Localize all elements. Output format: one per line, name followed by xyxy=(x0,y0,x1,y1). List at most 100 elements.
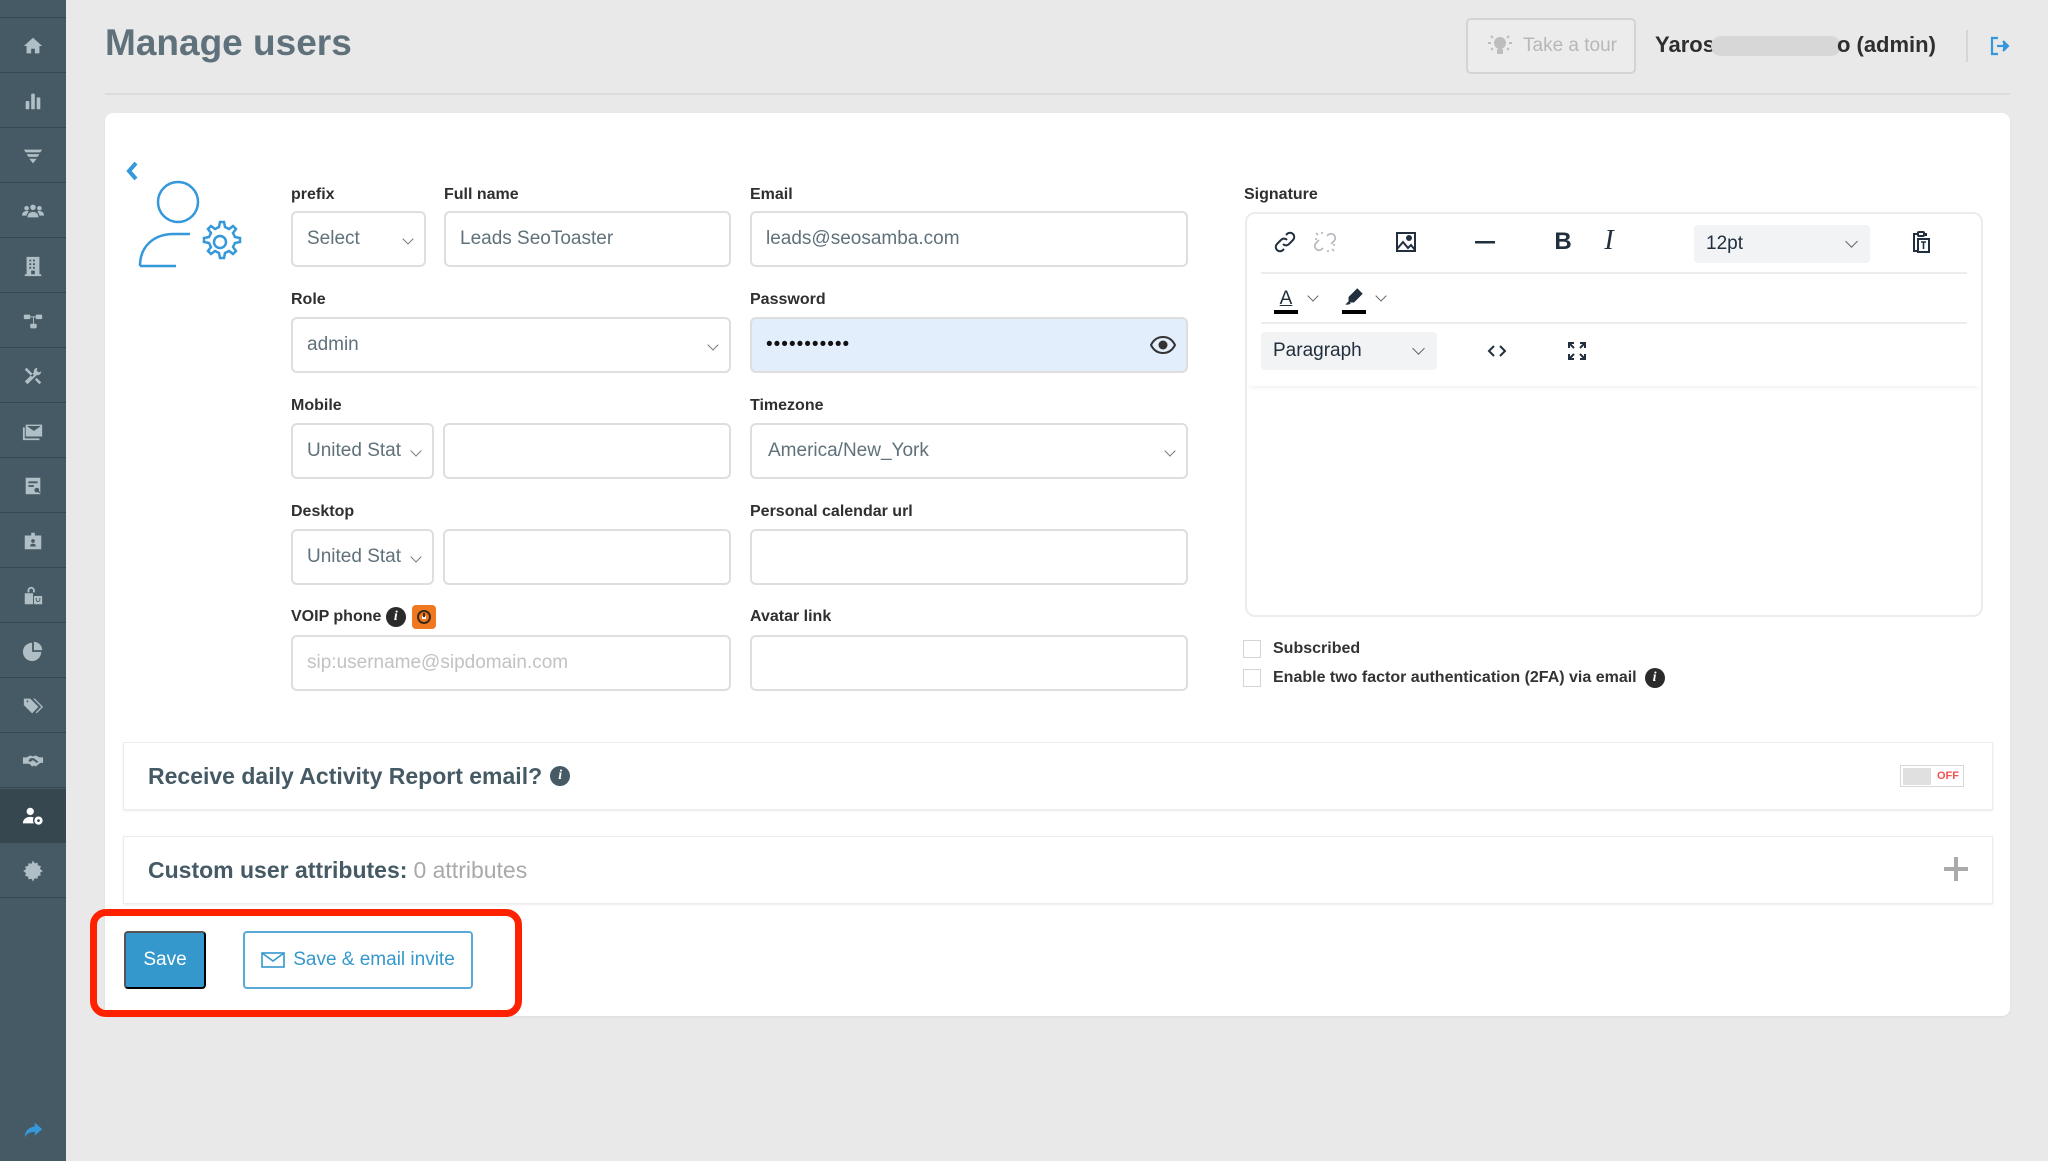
sidebar-item-analytics[interactable] xyxy=(0,74,66,128)
source-code-button[interactable] xyxy=(1485,339,1509,363)
toolbar-row-3: Paragraph xyxy=(1261,324,1967,380)
paste-text-icon xyxy=(1913,231,1930,253)
sidebar-item-pie[interactable] xyxy=(0,624,66,678)
activity-report-toggle[interactable]: OFF xyxy=(1900,765,1964,787)
activity-report-panel: Receive daily Activity Report email? i O… xyxy=(123,742,1993,810)
insert-image-button[interactable] xyxy=(1394,230,1418,254)
info-icon[interactable]: i xyxy=(1644,668,1665,688)
text-color-dropdown[interactable] xyxy=(1307,290,1319,302)
toolbar-row-2: A xyxy=(1261,274,1967,324)
two-fa-checkbox[interactable] xyxy=(1243,669,1261,687)
italic-button[interactable]: I xyxy=(1597,225,1621,256)
sidebar xyxy=(0,0,66,1161)
header-divider xyxy=(1966,30,1968,62)
calendar-url-input[interactable] xyxy=(750,529,1188,585)
info-icon[interactable]: i xyxy=(550,766,571,786)
mobile-country-select[interactable]: United Stat xyxy=(291,423,434,479)
sidebar-item-contacts[interactable] xyxy=(0,184,66,238)
sidebar-top-spacer xyxy=(0,0,66,18)
sidebar-item-id-card[interactable] xyxy=(0,514,66,568)
custom-attributes-panel[interactable]: Custom user attributes: 0 attributes xyxy=(123,836,1993,904)
logout-button[interactable] xyxy=(1988,34,2012,58)
bold-button[interactable]: B xyxy=(1551,228,1575,255)
email-input[interactable]: leads@seosamba.com xyxy=(750,211,1188,267)
add-attribute-plus-icon[interactable] xyxy=(1944,857,1968,881)
current-user[interactable]: Yaros o (admin) xyxy=(1655,32,1936,58)
sidebar-item-tools[interactable] xyxy=(0,349,66,403)
back-button[interactable] xyxy=(124,160,142,182)
text-color-button[interactable]: A xyxy=(1273,286,1299,316)
bar-chart-icon xyxy=(25,93,41,109)
bold-icon: B xyxy=(1554,228,1572,255)
sitemap-icon xyxy=(23,314,43,328)
desktop-country-select[interactable]: United Stat xyxy=(291,529,434,585)
desktop-number-input[interactable] xyxy=(443,529,731,585)
sidebar-item-companies[interactable] xyxy=(0,239,66,293)
sidebar-item-home[interactable] xyxy=(0,19,66,73)
unlink-icon xyxy=(1313,232,1337,252)
pie-chart-icon xyxy=(22,641,43,661)
sidebar-item-funnel[interactable] xyxy=(0,129,66,183)
save-button[interactable]: Save xyxy=(124,931,206,989)
sidebar-item-tags[interactable] xyxy=(0,679,66,733)
block-format-select[interactable]: Paragraph xyxy=(1261,332,1437,370)
funnel-icon xyxy=(23,149,43,163)
role-select[interactable]: admin xyxy=(291,317,731,373)
text-color-icon: A xyxy=(1279,287,1293,309)
redacted-name xyxy=(1710,36,1841,57)
info-icon[interactable]: i xyxy=(385,607,406,627)
fullscreen-icon xyxy=(1568,342,1586,360)
prefix-select[interactable]: Select xyxy=(291,211,426,267)
sidebar-item-email[interactable] xyxy=(0,404,66,458)
sidebar-item-shop[interactable] xyxy=(0,569,66,623)
timezone-select[interactable]: America/New_York xyxy=(750,423,1188,479)
chevron-left-icon xyxy=(126,161,138,181)
block-format-value: Paragraph xyxy=(1273,340,1362,361)
highlight-color-button[interactable] xyxy=(1341,284,1367,314)
highlighter-icon xyxy=(1345,287,1363,305)
font-size-value: 12pt xyxy=(1706,233,1743,254)
custom-attributes-count: 0 attributes xyxy=(413,856,528,883)
horizontal-line-button[interactable] xyxy=(1473,230,1497,254)
sidebar-item-manage-users[interactable] xyxy=(0,789,66,843)
sidebar-item-settings[interactable] xyxy=(0,844,66,898)
header-divider-line xyxy=(105,93,2010,95)
editor-toolbar: B I 12pt A Paragraph xyxy=(1247,214,1981,386)
prefix-label: prefix xyxy=(291,186,335,203)
show-password-toggle[interactable] xyxy=(1149,335,1177,355)
take-a-tour-button[interactable]: Take a tour xyxy=(1466,18,1636,74)
full-name-input[interactable]: Leads SeoToaster xyxy=(444,211,731,267)
password-input[interactable]: ••••••••••• xyxy=(750,317,1188,373)
timezone-value: America/New_York xyxy=(768,440,929,461)
unlink-button[interactable] xyxy=(1313,230,1337,254)
two-fa-label: Enable two factor authentication (2FA) v… xyxy=(1273,669,1637,686)
highlight-color-dropdown[interactable] xyxy=(1375,290,1387,302)
sidebar-item-deals[interactable] xyxy=(0,734,66,788)
voip-input[interactable]: sip:username@sipdomain.com xyxy=(291,635,731,691)
password-label: Password xyxy=(750,291,826,308)
headset-icon[interactable] xyxy=(412,605,437,629)
sidebar-item-automation[interactable] xyxy=(0,294,66,348)
paste-as-text-button[interactable] xyxy=(1909,230,1933,254)
sidebar-share-button[interactable] xyxy=(0,1115,66,1145)
report-search-icon xyxy=(25,477,41,494)
save-and-email-invite-button[interactable]: Save & email invite xyxy=(243,931,473,989)
signature-content-area[interactable] xyxy=(1247,388,1981,613)
code-icon xyxy=(1487,345,1507,357)
font-size-select[interactable]: 12pt xyxy=(1694,225,1870,263)
sidebar-item-reports[interactable] xyxy=(0,459,66,513)
voip-placeholder: sip:username@sipdomain.com xyxy=(307,652,569,673)
handshake-icon xyxy=(22,755,44,766)
horizontal-rule-icon xyxy=(1475,241,1495,244)
subscribed-checkbox[interactable] xyxy=(1243,640,1261,658)
mobile-number-input[interactable] xyxy=(443,423,731,479)
avatar-link-input[interactable] xyxy=(750,635,1188,691)
page-title: Manage users xyxy=(105,22,352,63)
insert-link-button[interactable] xyxy=(1273,230,1297,254)
fullscreen-button[interactable] xyxy=(1565,339,1589,363)
eye-icon xyxy=(1149,335,1177,355)
user-name-start: Yaros xyxy=(1655,32,1715,57)
envelope-icon xyxy=(261,952,286,968)
email-value: leads@seosamba.com xyxy=(766,228,960,249)
lightbulb-icon xyxy=(1488,35,1512,54)
